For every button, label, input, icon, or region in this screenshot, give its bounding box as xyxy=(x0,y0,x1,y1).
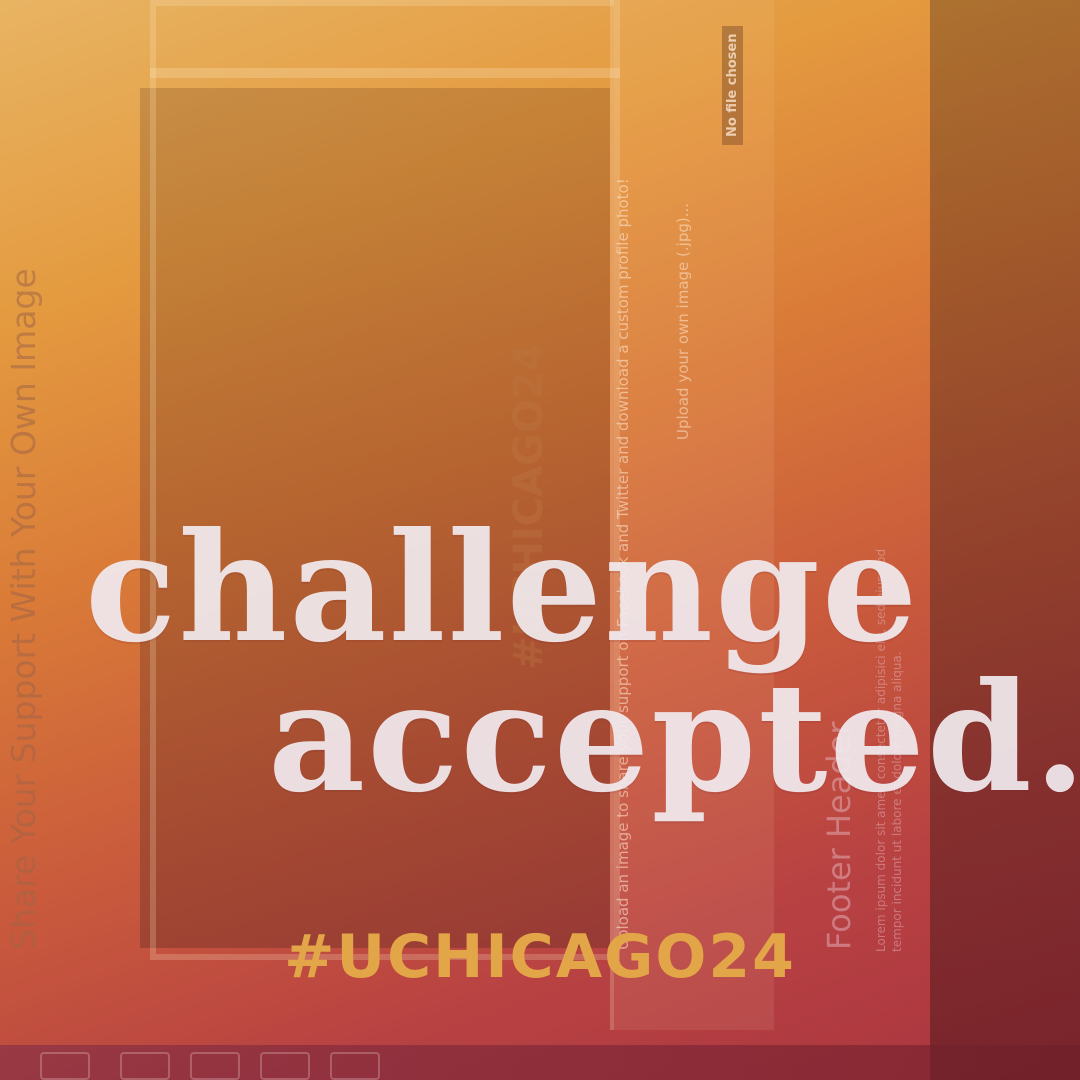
screen-topbar xyxy=(150,68,620,78)
headline-line-2: accepted. xyxy=(268,650,1080,826)
taskbar-app-icon[interactable] xyxy=(260,1052,310,1080)
screen-edge xyxy=(930,0,1080,1080)
sidebar-title: Share Your Support With Your Own Image xyxy=(4,268,43,950)
taskbar-app-icon[interactable] xyxy=(40,1052,90,1080)
taskbar-app-icon[interactable] xyxy=(330,1052,380,1080)
taskbar-app-icon[interactable] xyxy=(120,1052,170,1080)
upload-image-label: Upload your own image (.jpg)... xyxy=(674,202,692,440)
choose-file-button[interactable]: No file chosen xyxy=(722,25,743,145)
taskbar-app-icon[interactable] xyxy=(190,1052,240,1080)
hashtag: #UCHICAGO24 xyxy=(284,922,796,992)
poster-canvas: Share Your Support With Your Own Image #… xyxy=(0,0,1080,1080)
